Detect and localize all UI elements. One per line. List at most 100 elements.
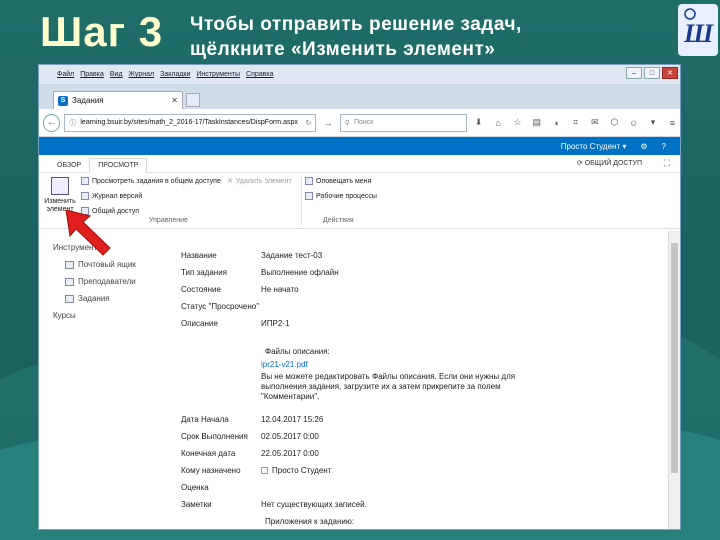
browser-navbar: ← ⓘ learning.bsuir.by/sites/math_2_2016-… <box>39 109 680 137</box>
pocket-icon[interactable]: ◖ <box>548 115 563 131</box>
menu-tools[interactable]: Инструменты <box>196 71 240 78</box>
bookmark-star-icon[interactable]: ☆ <box>510 115 525 131</box>
field-label-assigned: Кому назначено <box>181 466 241 475</box>
maximize-button[interactable]: □ <box>644 67 660 79</box>
minimize-button[interactable]: – <box>626 67 642 79</box>
field-label-start: Дата Начала <box>181 415 229 424</box>
view-shared-button[interactable]: Просмотреть задания в общем доступе <box>81 177 221 185</box>
share-icon: ⟳ <box>576 160 585 167</box>
share-label: ОБЩИЙ ДОСТУП <box>584 160 642 167</box>
puzzle-icon[interactable]: ☺ <box>626 115 641 131</box>
suite-bar: Просто Студент ▾ ⚙ ? <box>39 137 680 155</box>
group-label-actions: Действия <box>323 217 354 224</box>
version-history-button[interactable]: Журнал версий <box>81 192 142 200</box>
svg-text:Ш: Ш <box>683 19 714 48</box>
address-bar[interactable]: ⓘ learning.bsuir.by/sites/math_2_2016-17… <box>64 113 317 132</box>
page-scrollbar[interactable] <box>668 231 680 529</box>
assigned-user-name[interactable]: Просто Студент <box>272 466 331 475</box>
files-heading: Файлы описания: <box>265 347 330 356</box>
workflows-label: Рабочие процессы <box>316 192 377 200</box>
focus-mode-icon[interactable]: ⛶ <box>664 158 670 169</box>
search-placeholder: Поиск <box>353 119 374 126</box>
forward-icon[interactable]: → <box>320 115 335 131</box>
screenshot-icon[interactable]: ⌗ <box>568 115 583 131</box>
user-menu[interactable]: Просто Студент ▾ <box>561 142 627 151</box>
field-value-notes: Нет существующих записей. <box>261 500 367 509</box>
field-value-due: 02.05.2017 0:00 <box>261 432 319 441</box>
view-shared-label: Просмотреть задания в общем доступе <box>92 177 221 185</box>
delete-x-icon: ✕ <box>227 178 233 185</box>
help-icon[interactable]: ? <box>662 142 666 151</box>
browser-tab[interactable]: S Задания ✕ <box>53 91 183 109</box>
menu-view[interactable]: Вид <box>110 71 123 78</box>
subtitle-line-2: щёлкните «Изменить элемент» <box>190 39 496 60</box>
home-icon[interactable]: ⌂ <box>490 115 505 131</box>
field-label-name: Название <box>181 251 217 260</box>
tab-title: Задания <box>72 96 104 105</box>
tasks-icon <box>65 294 74 303</box>
settings-gear-icon[interactable]: ⚙ <box>640 142 647 151</box>
slide-title: Шаг 3 <box>40 8 164 55</box>
group-label-manage: Управление <box>149 217 188 224</box>
browser-tabbar: S Задания ✕ <box>39 85 680 109</box>
field-label-state: Состояние <box>181 285 221 294</box>
field-label-end: Конечная дата <box>181 449 236 458</box>
view-shared-icon <box>81 177 89 185</box>
dropdown-icon[interactable]: ▾ <box>645 115 660 131</box>
nav-item-label: Преподаватели <box>78 277 136 286</box>
file-link[interactable]: ipr21-v21.pdf <box>261 360 526 370</box>
back-button[interactable]: ← <box>43 113 61 132</box>
browser-menubar: Файл Правка Вид Журнал Закладки Инструме… <box>39 65 680 85</box>
attachments-heading: Приложения к заданию: <box>265 517 355 526</box>
menu-bookmarks[interactable]: Закладки <box>160 71 190 78</box>
field-value-description: ИПР2-1 <box>261 319 290 328</box>
field-label-notes: Заметки <box>181 500 212 509</box>
share-button[interactable]: ⟳ ОБЩИЙ ДОСТУП <box>577 159 642 167</box>
alert-me-button[interactable]: Оповещать меня <box>305 177 371 185</box>
menu-edit[interactable]: Правка <box>80 71 104 78</box>
bell-icon <box>305 177 313 185</box>
nav-item-mailbox[interactable]: Почтовый ящик <box>65 260 136 269</box>
version-history-icon <box>81 192 89 200</box>
nav-item-label: Задания <box>78 294 110 303</box>
field-value-type: Выполнение офлайн <box>261 268 339 277</box>
scrollbar-thumb[interactable] <box>671 243 678 473</box>
slide-subtitle: Чтобы отправить решение задач, щёлкните … <box>190 12 522 62</box>
new-tab-button[interactable] <box>186 93 200 107</box>
field-value-start: 12.04.2017 15:26 <box>261 415 324 424</box>
workflows-button[interactable]: Рабочие процессы <box>305 192 377 200</box>
ribbon-separator <box>301 177 302 225</box>
menu-help[interactable]: Справка <box>246 71 273 78</box>
pointer-arrow-icon <box>65 209 111 256</box>
reading-list-icon[interactable]: ▤ <box>529 115 544 131</box>
nav-heading-courses[interactable]: Курсы <box>53 311 136 320</box>
nav-item-teachers[interactable]: Преподаватели <box>65 277 136 286</box>
extension-icon[interactable]: ⬡ <box>607 115 622 131</box>
window-controls: – □ ✕ <box>626 67 678 79</box>
edit-item-icon <box>51 177 69 195</box>
field-label-due: Срок Выполнения <box>181 432 248 441</box>
delete-item-button[interactable]: ✕ Удалить элемент <box>227 177 292 186</box>
hamburger-menu-icon[interactable]: ≡ <box>665 115 680 131</box>
sharepoint-icon: S <box>58 95 68 106</box>
reload-icon[interactable]: ↻ <box>306 119 312 127</box>
menu-file[interactable]: Файл <box>57 71 74 78</box>
tab-browse[interactable]: ОБЗОР <box>49 159 89 172</box>
close-tab-icon[interactable]: ✕ <box>171 96 178 105</box>
university-logo: Ш <box>678 4 718 56</box>
search-icon: ⚲ <box>344 119 350 127</box>
nav-item-tasks[interactable]: Задания <box>65 294 136 303</box>
info-icon: ⓘ <box>69 119 77 127</box>
sync-icon[interactable]: ✉ <box>587 115 602 131</box>
tab-view[interactable]: ПРОСМОТР <box>89 158 148 173</box>
close-window-button[interactable]: ✕ <box>662 67 678 79</box>
alert-me-label: Оповещать меня <box>316 177 372 185</box>
menu-history[interactable]: Журнал <box>129 71 155 78</box>
files-note: Вы не можете редактировать Файлы описани… <box>261 372 516 401</box>
field-label-grade: Оценка <box>181 483 209 492</box>
search-input[interactable]: ⚲ Поиск <box>339 113 467 132</box>
user-presence-icon <box>261 467 268 475</box>
page-content: Инструменты Почтовый ящик Преподаватели … <box>39 233 680 529</box>
download-icon[interactable]: ⬇ <box>471 115 486 131</box>
version-history-label: Журнал версий <box>92 192 143 200</box>
